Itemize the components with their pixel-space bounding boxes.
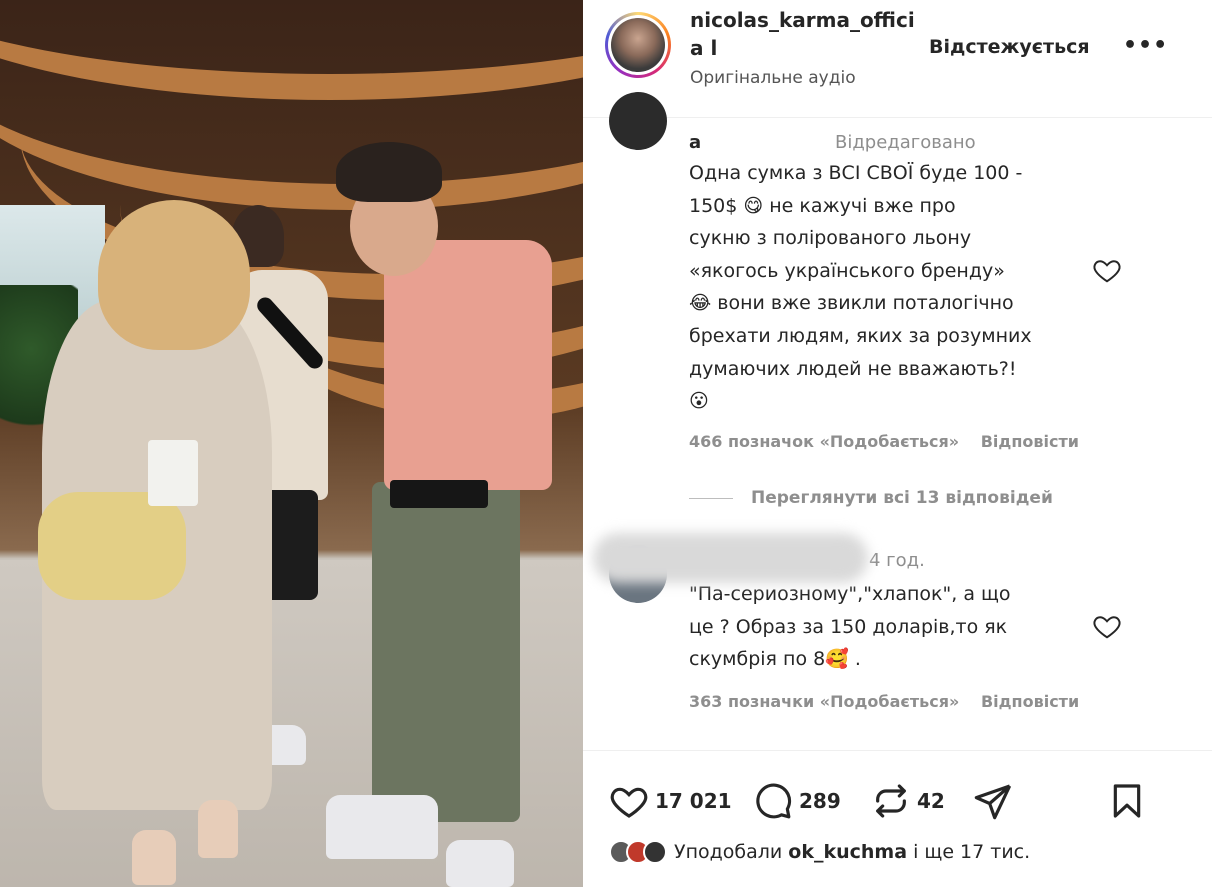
man-shoe: [326, 795, 438, 859]
comment-likes-count[interactable]: 363 позначки «Подобається»: [689, 692, 959, 711]
comment-edited-label: Відредаговано: [835, 132, 976, 153]
heart-icon[interactable]: [1092, 611, 1122, 641]
post-photo: [0, 0, 583, 887]
comment-count: 289: [799, 789, 841, 813]
repost-icon: [876, 784, 906, 818]
reply-button[interactable]: Відповісти: [981, 692, 1079, 711]
comment-line: 😂 вони вже звикли поталогічно: [689, 292, 1014, 315]
blurred-commenter-name: [593, 533, 868, 583]
repost-action[interactable]: 42: [871, 781, 945, 821]
liked-by-text: Уподобали ok_kuchma і ще 17 тис.: [674, 841, 1030, 863]
woven-bag: [38, 492, 186, 600]
comment-text: "Па-сериозному","хлапок", а що це ? Обра…: [689, 578, 1011, 676]
like-action[interactable]: 17 021: [609, 781, 732, 821]
liked-by-prefix: Уподобали: [674, 841, 783, 863]
comment-line: це ? Образ за 150 доларів,то як: [689, 615, 1008, 638]
send-icon: [974, 784, 1012, 820]
post-actions-bar: 17 021 289 42 Уподобали ok_kuchma і ще 1…: [583, 750, 1212, 887]
comment-line: скумбрія по 8🥰 .: [689, 648, 861, 671]
liked-by[interactable]: Уподобали ok_kuchma і ще 17 тис.: [609, 840, 1030, 864]
commenter-avatar[interactable]: [609, 92, 667, 150]
liked-by-user[interactable]: ok_kuchma: [788, 841, 907, 863]
comment-line: 150$ 😋 не кажучі вже про: [689, 194, 956, 217]
comment-line: Одна сумка з ВСІ СВОЇ буде 100 -: [689, 162, 1023, 184]
save-action[interactable]: [1107, 781, 1147, 821]
replies-divider: [689, 497, 733, 499]
comment-bubble-icon: [756, 783, 792, 819]
instagram-post-panel: nicolas_karma_officia l Відстежується ••…: [583, 0, 1212, 887]
man-shoe: [446, 840, 514, 887]
man-pants: [372, 482, 520, 822]
heart-icon: [610, 787, 648, 818]
like-count: 17 021: [655, 789, 732, 813]
comment-line: сукню з полірованого льону: [689, 227, 972, 250]
comment-line: думаючих людей не вважають?!: [689, 357, 1017, 380]
share-action[interactable]: [973, 781, 1013, 821]
view-replies-label: Переглянути всі 13 відповідей: [751, 488, 1053, 508]
comment-actions: 363 позначки «Подобається» Відповісти: [689, 692, 1079, 711]
woman-hair: [98, 200, 250, 350]
comment-likes-count[interactable]: 466 позначок «Подобається»: [689, 432, 959, 451]
comment-time: 4 год.: [869, 550, 925, 571]
commenter-name[interactable]: a: [689, 132, 701, 153]
man-hair: [336, 142, 442, 202]
comment-line: брехати людям, яких за розумних: [689, 324, 1032, 347]
man-shirt: [384, 240, 552, 490]
comment-line: 😮: [689, 390, 709, 413]
woman-shoe: [132, 830, 176, 885]
liker-avatar: [643, 840, 667, 864]
badge: [148, 440, 198, 506]
comment-action[interactable]: 289: [753, 781, 841, 821]
comment-line: «якогось українського бренду»: [689, 259, 1005, 282]
comment-actions: 466 позначок «Подобається» Відповісти: [689, 432, 1079, 451]
view-replies-button[interactable]: Переглянути всі 13 відповідей: [689, 488, 1053, 508]
liked-by-suffix: і ще 17 тис.: [913, 841, 1031, 863]
reply-button[interactable]: Відповісти: [981, 432, 1079, 451]
belt: [390, 480, 488, 508]
repost-count: 42: [917, 789, 945, 813]
heart-icon[interactable]: [1092, 255, 1122, 285]
comment-text: Одна сумка з ВСІ СВОЇ буде 100 - 150$ 😋 …: [689, 157, 1032, 418]
bookmark-icon: [1113, 784, 1141, 818]
woman-shoe: [198, 800, 238, 858]
comment: a Відредаговано Одна сумка з ВСІ СВОЇ бу…: [583, 0, 1212, 470]
